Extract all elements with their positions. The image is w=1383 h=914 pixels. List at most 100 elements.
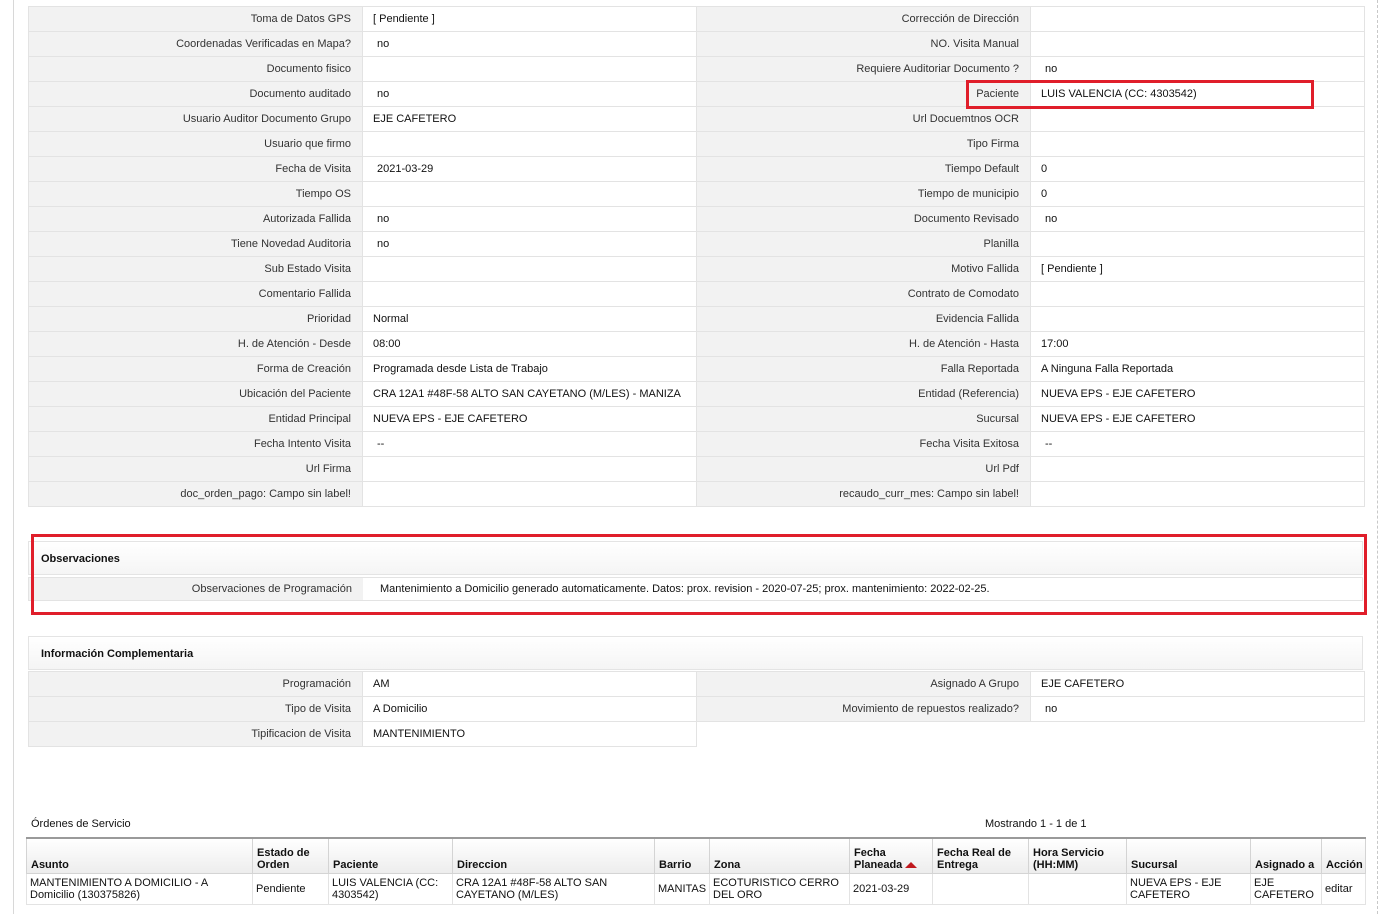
field-value-movimiento-de-repuestos-realizado: no: [1030, 696, 1365, 722]
field-label-forma-de-creacion: Forma de Creación: [28, 356, 363, 382]
field-value-toma-de-datos-gps: [ Pendiente ]: [362, 6, 697, 32]
observaciones-label: Observaciones de Programación: [29, 578, 363, 600]
field-label-url-firma: Url Firma: [28, 456, 363, 482]
field-row: Entidad Principal NUEVA EPS - EJE CAFETER…: [28, 406, 1365, 432]
field-row: Usuario Auditor Documento Grupo EJE CAFET…: [28, 106, 1365, 132]
field-label-usuario-que-firmo: Usuario que firmo: [28, 131, 363, 157]
field-value-programacion: AM: [362, 671, 697, 697]
column-header-asunto[interactable]: Asunto: [26, 837, 253, 874]
field-value-url-docuemtnos-ocr: [1030, 106, 1365, 132]
editar-link[interactable]: editar: [1321, 873, 1366, 905]
column-header-paciente[interactable]: Paciente: [328, 837, 453, 874]
sort-ascending-icon: [905, 862, 918, 868]
field-value-documento-auditado: no: [362, 81, 697, 107]
field-value-sucursal: NUEVA EPS - EJE CAFETERO: [1030, 406, 1365, 432]
field-label-correccion-de-direccion: Corrección de Dirección: [696, 6, 1031, 32]
field-value-correccion-de-direccion: [1030, 6, 1365, 32]
column-header-label: Fecha Planeada: [854, 847, 903, 871]
field-row: Coordenadas Verificadas en Mapa? no NO. Vi…: [28, 31, 1365, 57]
field-row: Tipificacion de Visita MANTENIMIENTO: [28, 721, 1365, 747]
column-header-label: Asunto: [31, 859, 69, 871]
field-label-comentario-fallida: Comentario Fallida: [28, 281, 363, 307]
column-header-label: Hora Servicio (HH:MM): [1033, 847, 1104, 871]
column-header-label: Paciente: [333, 859, 379, 871]
column-header-accion[interactable]: Acción: [1321, 837, 1366, 874]
field-row: Fecha de Visita 2021-03-29 Tiempo Default 0: [28, 156, 1365, 182]
column-header-fecha-real-de-entrega[interactable]: Fecha Real de Entrega: [932, 837, 1029, 874]
column-header-direccion[interactable]: Direccion: [452, 837, 655, 874]
field-row: Programación AM Asignado A Grupo EJE CAFETE…: [28, 671, 1365, 697]
field-label-doc-orden-pago-campo-sin-label: doc_orden_pago: Campo sin label!: [28, 481, 363, 507]
field-value-tipo-de-visita: A Domicilio: [362, 696, 697, 722]
field-row: Comentario Fallida Contrato de Comodato: [28, 281, 1365, 307]
field-value-fecha-intento-visita: --: [362, 431, 697, 457]
field-row: Usuario que firmo Tipo Firma: [28, 131, 1365, 157]
column-header-label: Acción: [1326, 859, 1363, 871]
field-label-documento-auditado: Documento auditado: [28, 81, 363, 107]
observaciones-row: Observaciones de Programación Mantenimie…: [28, 577, 1363, 601]
orders-count: Mostrando 1 - 1 de 1: [985, 818, 1087, 830]
field-value-usuario-auditor-documento-grupo: EJE CAFETERO: [362, 106, 697, 132]
field-label-tiempo-de-municipio: Tiempo de municipio: [696, 181, 1031, 207]
column-header-label: Fecha Real de Entrega: [937, 847, 1011, 871]
field-label-planilla: Planilla: [696, 231, 1031, 257]
orders-table: Asunto Estado de Orden Paciente Direccion Ba…: [26, 837, 1366, 905]
field-label-prioridad: Prioridad: [28, 306, 363, 332]
field-value-fecha-visita-exitosa: --: [1030, 431, 1365, 457]
field-label-h-de-atencion-hasta: H. de Atención - Hasta: [696, 331, 1031, 357]
field-label-autorizada-fallida: Autorizada Fallida: [28, 206, 363, 232]
field-value-tiempo-de-municipio: 0: [1030, 181, 1365, 207]
field-row: Autorizada Fallida no Documento Revisado no: [28, 206, 1365, 232]
cell-barrio: MANITAS: [654, 873, 710, 905]
field-value-tiempo-os: [362, 181, 697, 207]
field-value-usuario-que-firmo: [362, 131, 697, 157]
field-value-forma-de-creacion: Programada desde Lista de Trabajo: [362, 356, 697, 382]
field-label-paciente: Paciente: [696, 81, 1031, 107]
field-value-planilla: [1030, 231, 1365, 257]
field-value-comentario-fallida: [362, 281, 697, 307]
field-value-documento-fisico: [362, 56, 697, 82]
field-row: Toma de Datos GPS[ Pendiente ] Corrección…: [28, 6, 1365, 32]
field-label-movimiento-de-repuestos-realizado: Movimiento de repuestos realizado?: [696, 696, 1031, 722]
field-label-contrato-de-comodato: Contrato de Comodato: [696, 281, 1031, 307]
empty-cell: [1031, 722, 1365, 747]
field-label-sub-estado-visita: Sub Estado Visita: [28, 256, 363, 282]
column-header-barrio[interactable]: Barrio: [654, 837, 710, 874]
field-value-asignado-a-grupo: EJE CAFETERO: [1030, 671, 1365, 697]
field-value-h-de-atencion-desde: 08:00: [362, 331, 697, 357]
field-label-fecha-de-visita: Fecha de Visita: [28, 156, 363, 182]
field-label-usuario-auditor-documento-grupo: Usuario Auditor Documento Grupo: [28, 106, 363, 132]
field-row: Fecha Intento Visita -- Fecha Visita Exito…: [28, 431, 1365, 457]
column-header-estado-de-orden[interactable]: Estado de Orden: [252, 837, 329, 874]
field-value-tipo-firma: [1030, 131, 1365, 157]
table-row[interactable]: MANTENIMIENTO A DOMICILIO - A Domicilio …: [26, 873, 1366, 905]
column-header-fecha-planeada[interactable]: Fecha Planeada: [849, 837, 933, 874]
field-value-entidad-referencia: NUEVA EPS - EJE CAFETERO: [1030, 381, 1365, 407]
column-header-hora-servicio-hh-mm[interactable]: Hora Servicio (HH:MM): [1028, 837, 1127, 874]
cell-fecha-planeada: 2021-03-29: [849, 873, 933, 905]
field-value-ubicacion-del-paciente: CRA 12A1 #48F-58 ALTO SAN CAYETANO (M/LE…: [362, 381, 697, 407]
field-label-entidad-referencia: Entidad (Referencia): [696, 381, 1031, 407]
column-header-label: Asignado a: [1255, 859, 1315, 871]
column-header-zona[interactable]: Zona: [709, 837, 850, 874]
field-value-fecha-de-visita: 2021-03-29: [362, 156, 697, 182]
column-header-label: Direccion: [457, 859, 508, 871]
cell-paciente: LUIS VALENCIA (CC: 4303542): [328, 873, 453, 905]
column-header-sucursal[interactable]: Sucursal: [1126, 837, 1251, 874]
field-value-paciente: LUIS VALENCIA (CC: 4303542): [1030, 81, 1365, 107]
field-label-documento-fisico: Documento fisico: [28, 56, 363, 82]
cell-asignado-a: EJE CAFETERO: [1250, 873, 1322, 905]
field-label-entidad-principal: Entidad Principal: [28, 406, 363, 432]
observaciones-header: Observaciones: [28, 541, 1363, 575]
cell-zona: ECOTURISTICO CERRO DEL ORO: [709, 873, 850, 905]
field-value-documento-revisado: no: [1030, 206, 1365, 232]
field-row: Tiene Novedad Auditoria no Planilla: [28, 231, 1365, 257]
field-row: Url Firma Url Pdf: [28, 456, 1365, 482]
field-row: doc_orden_pago: Campo sin label! recaudo_…: [28, 481, 1365, 507]
field-label-motivo-fallida: Motivo Fallida: [696, 256, 1031, 282]
field-value-h-de-atencion-hasta: 17:00: [1030, 331, 1365, 357]
column-header-asignado-a[interactable]: Asignado a: [1250, 837, 1322, 874]
field-value-doc-orden-pago-campo-sin-label: [362, 481, 697, 507]
field-row: Documento fisico Requiere Auditoriar Docu…: [28, 56, 1365, 82]
field-label-documento-revisado: Documento Revisado: [696, 206, 1031, 232]
